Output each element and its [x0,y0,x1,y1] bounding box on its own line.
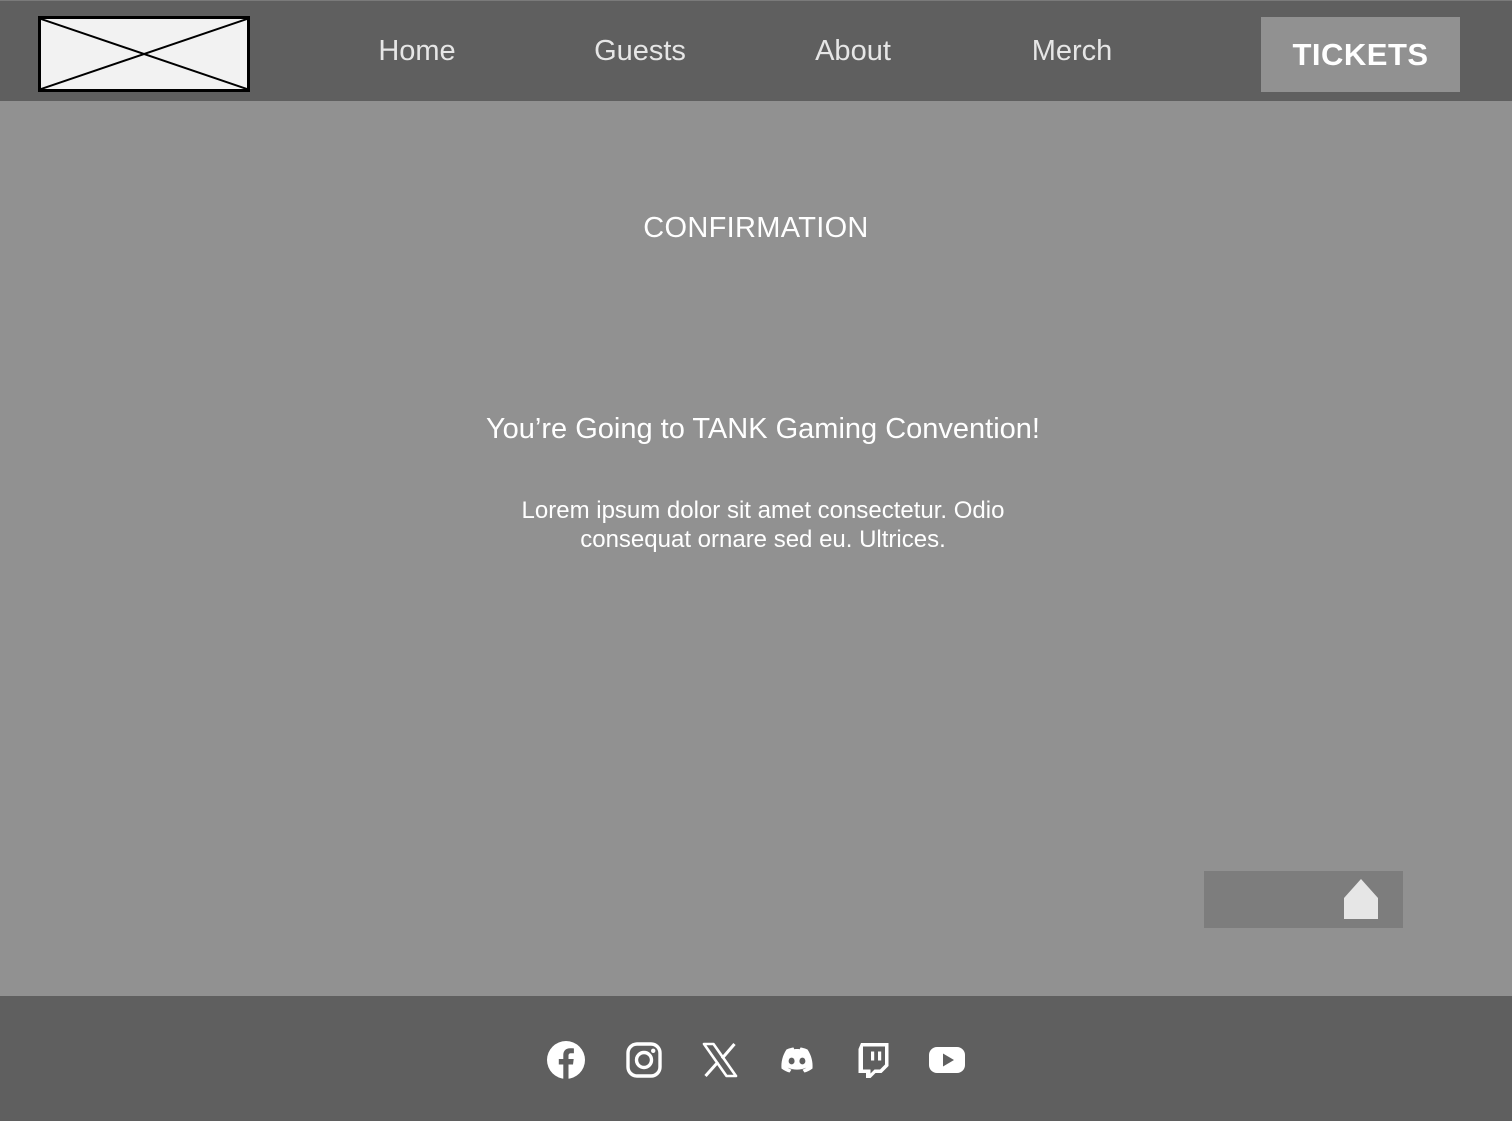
tickets-button[interactable]: TICKETS [1261,17,1460,92]
instagram-icon[interactable] [624,1040,664,1080]
site-footer [0,996,1512,1121]
page-title: CONFIRMATION [643,212,869,244]
logo-placeholder-icon[interactable] [38,16,250,92]
nav-about-link[interactable]: About [778,31,928,71]
confirmation-headline: You’re Going to TANK Gaming Convention! [485,413,1040,445]
confirmation-body-text: Lorem ipsum dolor sit amet consectetur. … [521,497,1005,553]
discord-icon[interactable] [777,1040,817,1080]
site-header: Home Guests About Merch TICKETS [0,0,1512,101]
facebook-icon[interactable] [546,1040,586,1080]
back-to-top-button[interactable] [1204,871,1403,928]
nav-guests-link[interactable]: Guests [565,31,715,71]
arrow-up-icon [1344,879,1378,919]
nav-merch-link[interactable]: Merch [997,31,1147,71]
nav-home-link[interactable]: Home [342,31,492,71]
x-icon[interactable] [700,1040,740,1080]
twitch-icon[interactable] [853,1040,893,1080]
youtube-icon[interactable] [927,1040,967,1080]
